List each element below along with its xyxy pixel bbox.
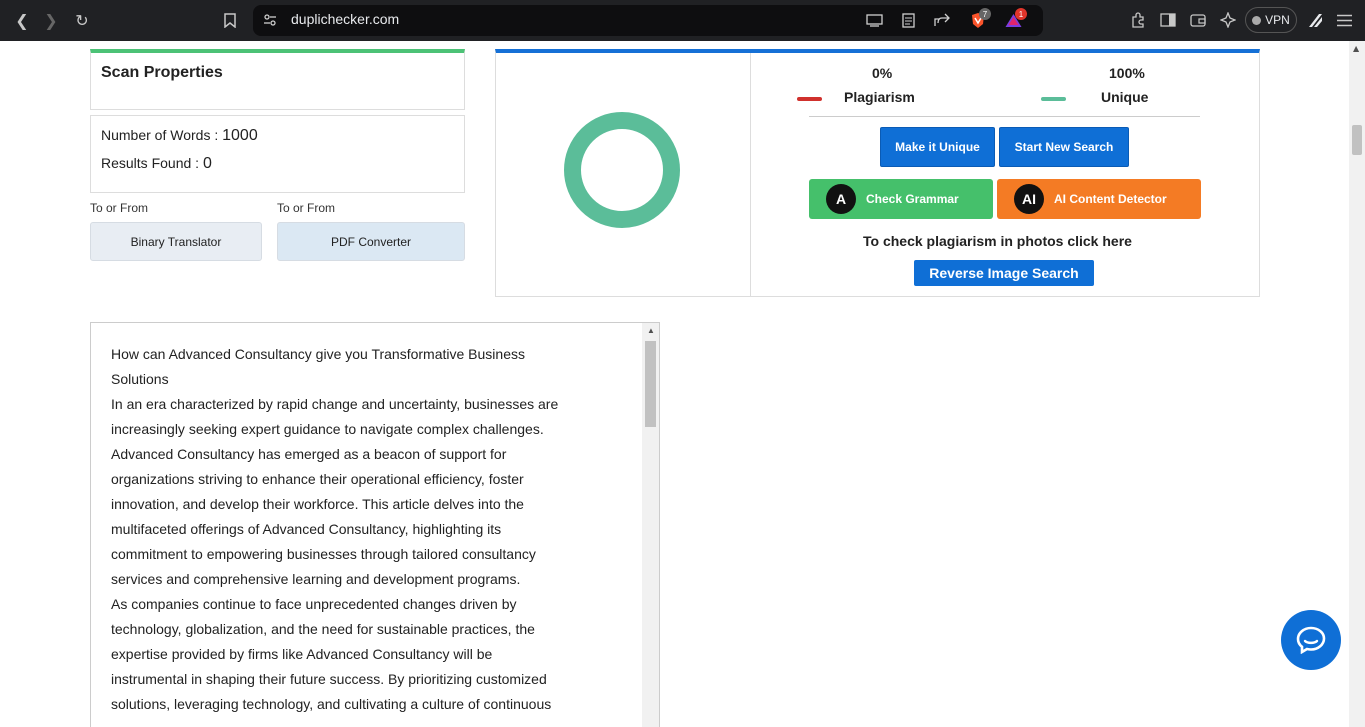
brave-shields-badge: 7 [979,8,991,20]
forward-icon[interactable]: ❯ [40,9,62,31]
page-scroll-thumb[interactable] [1352,125,1362,155]
ai-content-detector-label: AI Content Detector [1054,192,1167,206]
plagiarism-legend-swatch [797,97,822,101]
article-line: Solutions [111,371,169,387]
vpn-status-dot [1252,15,1262,25]
scan-properties-panel: Scan Properties [90,49,465,110]
uniqueness-donut-chart [564,112,680,228]
brave-shields-icon[interactable]: 7 [969,8,991,29]
binary-to-from-label: To or From [90,201,149,215]
sidebar-icon[interactable] [1157,9,1179,31]
check-grammar-button[interactable]: A Check Grammar [809,179,993,219]
article-textarea[interactable]: How can Advanced Consultancy give you Tr… [90,322,660,727]
reverse-image-search-button[interactable]: Reverse Image Search [914,260,1094,286]
vpn-label: VPN [1265,13,1290,27]
article-line: services and comprehensive learning and … [111,571,521,587]
article-line: commitment to empowering businesses thro… [111,546,536,562]
article-line: innovation, and develop their workforce.… [111,496,524,512]
back-icon[interactable]: ❮ [11,9,33,31]
page-scroll-up-icon[interactable]: ▲ [1353,44,1359,53]
vpn-button[interactable]: VPN [1245,7,1297,33]
article-line: Advanced Consultancy has emerged as a be… [111,446,507,462]
unique-legend-label: Unique [1101,89,1149,105]
plagiarism-legend-label: Plagiarism [844,89,915,105]
chat-bubble-icon [1296,626,1326,654]
article-line: expertise provided by firms like Advance… [111,646,493,662]
photo-plagiarism-text: To check plagiarism in photos click here [863,233,1132,249]
textarea-scroll-thumb[interactable] [645,341,656,427]
reader-mode-icon[interactable] [899,11,917,29]
binary-translator-button[interactable]: Binary Translator [90,222,262,261]
unique-legend-swatch [1041,97,1066,101]
results-found: Results Found : 0 [101,155,212,173]
check-grammar-label: Check Grammar [866,192,959,206]
scan-stats-panel: Number of Words : 1000 Results Found : 0 [90,115,465,193]
brave-rewards-icon[interactable]: 1 [1004,8,1027,29]
rewards-badge: 1 [1015,8,1027,20]
word-count: Number of Words : 1000 [101,127,258,145]
url-text[interactable]: duplichecker.com [291,11,399,27]
brave-news-icon[interactable] [1304,9,1326,31]
make-it-unique-button[interactable]: Make it Unique [880,127,995,167]
article-line: instrumental in shaping their future suc… [111,671,547,687]
textarea-scrollbar[interactable]: ▲ [642,323,659,727]
results-panel: 0% 100% Plagiarism Unique Make it Unique… [495,49,1260,297]
ai-content-detector-button[interactable]: AI AI Content Detector [997,179,1201,219]
live-chat-button[interactable] [1281,610,1341,670]
grammar-icon: A [826,184,856,214]
article-line: In an era characterized by rapid change … [111,396,559,412]
leo-ai-icon[interactable] [1217,9,1239,31]
page-content: Scan Properties Number of Words : 1000 R… [0,41,1349,727]
results-found-label: Results Found : [101,155,200,171]
unique-percent: 100% [1109,65,1145,81]
article-line: As companies continue to face unpreceden… [111,596,517,612]
bookmark-icon[interactable] [219,9,241,31]
article-line: solutions, leveraging technology, and cu… [111,696,552,712]
browser-toolbar: ❮ ❯ ↻ duplichecker.com 7 1 VPN [0,0,1365,41]
page-scrollbar[interactable]: ▲ [1349,41,1365,727]
article-line: organizations striving to enhance their … [111,471,524,487]
article-line: technology, globalization, and the need … [111,621,535,637]
article-line: multifaceted offerings of Advanced Consu… [111,521,502,537]
word-count-value: 1000 [222,127,258,144]
results-separator [809,116,1200,117]
address-bar[interactable]: duplichecker.com 7 1 [253,5,1043,36]
plagiarism-percent: 0% [872,65,893,81]
extensions-icon[interactable] [1127,9,1149,31]
article-text: How can Advanced Consultancy give you Tr… [111,342,631,717]
pdf-converter-button[interactable]: PDF Converter [277,222,465,261]
scan-properties-title: Scan Properties [101,64,223,81]
results-found-value: 0 [202,155,212,172]
article-line: How can Advanced Consultancy give you Tr… [111,346,525,362]
reload-icon[interactable]: ↻ [71,9,93,31]
article-line: increasingly seeking expert guidance to … [111,421,544,437]
results-divider [750,53,751,297]
cast-icon[interactable] [865,11,883,29]
word-count-label: Number of Words : [101,127,219,143]
menu-icon[interactable] [1333,9,1355,31]
ai-icon: AI [1014,184,1044,214]
share-icon[interactable] [933,11,951,29]
site-info-icon[interactable] [261,11,279,29]
wallet-icon[interactable] [1187,9,1209,31]
start-new-search-button[interactable]: Start New Search [999,127,1129,167]
pdf-to-from-label: To or From [277,201,336,215]
scroll-up-icon[interactable]: ▲ [647,326,655,335]
